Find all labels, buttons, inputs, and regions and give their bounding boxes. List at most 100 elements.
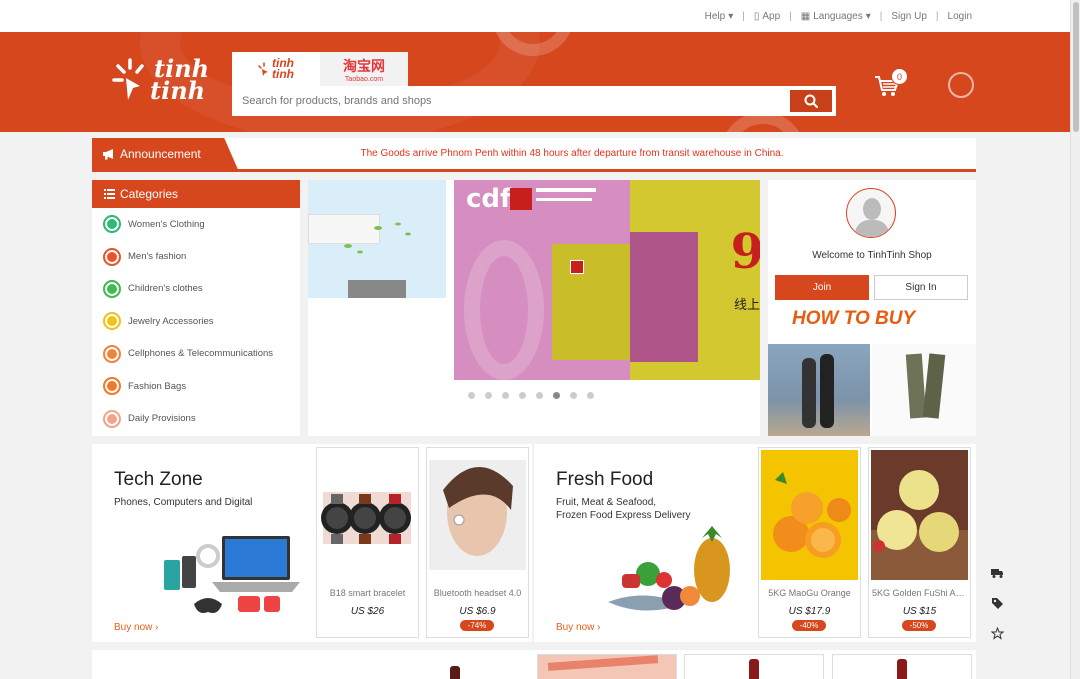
product-name: 5KG MaoGu Orange: [768, 588, 851, 598]
category-item[interactable]: Women's Clothing: [92, 208, 300, 240]
promo-stripe-shape: [547, 655, 659, 671]
category-item[interactable]: Cellphones & Telecommunications: [92, 338, 300, 370]
fresh-food-desc-line-2: Frozen Food Express Delivery: [556, 510, 691, 521]
how-to-buy-banner[interactable]: HOW TO BUY: [792, 308, 915, 330]
product-name: B18 smart bracelet: [329, 588, 406, 598]
fresh-food-section: Fresh Food Fruit, Meat & Seafood, Frozen…: [534, 444, 976, 642]
category-icon: [103, 215, 121, 234]
product-price: US $17.9: [788, 606, 831, 617]
product-card[interactable]: 5KG MaoGu Orange US $17.9 -40%: [758, 447, 861, 638]
tab-taobao[interactable]: 淘宝网 Taobao.com: [320, 52, 408, 86]
category-icon: [103, 247, 121, 266]
couple-photo-image[interactable]: [768, 344, 870, 436]
site-logo[interactable]: tinh tinh: [112, 56, 209, 104]
divider: |: [742, 10, 745, 22]
join-button[interactable]: Join: [775, 275, 869, 300]
promo-images: [768, 344, 976, 436]
help-menu[interactable]: Help ▾: [705, 11, 734, 22]
search-source-tabs: tinh tinh 淘宝网 Taobao.com: [232, 52, 836, 86]
fresh-food-desc-line-1: Fruit, Meat & Seafood,: [556, 497, 657, 508]
search-button[interactable]: [788, 88, 834, 114]
announcement-label: Announcement: [120, 146, 201, 161]
fresh-food-title[interactable]: Fresh Food: [556, 469, 653, 491]
category-label: Cellphones & Telecommunications: [128, 348, 274, 360]
side-tool-tags[interactable]: [983, 589, 1011, 617]
avatar: [846, 188, 896, 238]
banner-cn-text: 线上: [733, 297, 760, 312]
star-icon: [990, 626, 1004, 640]
product-card[interactable]: [537, 654, 677, 679]
person-shape: [802, 358, 816, 428]
announcement-message[interactable]: The Goods arrive Phnom Penh within 48 ho…: [238, 148, 976, 159]
tech-buy-now-link[interactable]: Buy now ›: [114, 622, 158, 633]
apple-image: [871, 450, 968, 580]
carousel-dot[interactable]: [570, 392, 577, 399]
category-item[interactable]: Men's fashion: [92, 240, 300, 272]
product-card[interactable]: B18 smart bracelet US $26: [316, 447, 419, 638]
divider: |: [789, 10, 792, 22]
category-item[interactable]: Fashion Bags: [92, 370, 300, 402]
fresh-buy-now-link[interactable]: Buy now ›: [556, 622, 600, 633]
carousel-dot[interactable]: [502, 392, 509, 399]
product-card[interactable]: Bluetooth headset 4.0 US $6.9 -74%: [426, 447, 529, 638]
fresh-food-image: [608, 526, 730, 611]
side-tool-delivery[interactable]: [983, 559, 1011, 587]
banner-slide-cdf-image: cdf: [454, 180, 630, 380]
announcement-bar: Announcement The Goods arrive Phnom Penh…: [92, 137, 976, 172]
category-label: Women's Clothing: [128, 218, 205, 230]
product-price: US $15: [902, 606, 937, 617]
truck-icon: [991, 569, 1003, 578]
side-tool-favorites[interactable]: [983, 619, 1011, 647]
carousel-dot[interactable]: [485, 392, 492, 399]
banner-slide-yellow-image: 9 线上: [630, 180, 760, 380]
tinhtinh-tab-line-2: tinh: [272, 67, 294, 81]
product-name: 5KG Golden FuShi Ap...: [872, 588, 969, 598]
signup-link[interactable]: Sign Up: [891, 11, 927, 22]
languages-menu[interactable]: ▦ Languages ▾: [801, 11, 871, 22]
tech-devices-image: [164, 536, 300, 613]
tech-zone-title[interactable]: Tech Zone: [114, 469, 203, 491]
signin-button[interactable]: Sign In: [874, 275, 968, 300]
product-card[interactable]: [684, 654, 824, 679]
carousel-dot[interactable]: [553, 392, 560, 399]
product-card[interactable]: 5KG Golden FuShi Ap... US $15 -50%: [868, 447, 971, 638]
cdf-text-bar: [536, 188, 596, 192]
camo-pants-image[interactable]: [872, 344, 976, 436]
phone-icon: ▯: [753, 10, 760, 22]
wine-bottle-shape: [450, 666, 460, 679]
login-link[interactable]: Login: [948, 11, 972, 22]
avatar-head-shape: [863, 198, 881, 220]
cdf-text-bar: [536, 198, 592, 201]
outdoor-unit-shape: [348, 280, 406, 298]
category-label: Daily Provisions: [128, 413, 196, 425]
logo-line-2: tinh: [150, 76, 206, 105]
banner-slide-aircon-image: [308, 180, 446, 298]
search-input[interactable]: [234, 88, 788, 114]
next-section-strip: [92, 650, 976, 679]
fresh-food-desc: Fruit, Meat & Seafood, Frozen Food Expre…: [556, 496, 736, 522]
cdf-bg-shape: [464, 240, 544, 380]
carousel-dot[interactable]: [468, 392, 475, 399]
cart-button[interactable]: 0: [874, 68, 908, 102]
category-item[interactable]: Jewelry Accessories: [92, 305, 300, 337]
category-item[interactable]: Daily Provisions: [92, 402, 300, 434]
category-item[interactable]: Children's clothes: [92, 273, 300, 305]
carousel-dot[interactable]: [519, 392, 526, 399]
carousel-dot[interactable]: [536, 392, 543, 399]
banner-carousel[interactable]: cdf 9 线上: [308, 180, 760, 436]
app-link[interactable]: ▯ App: [754, 11, 780, 22]
leaves-icon: [344, 222, 411, 254]
app-label: App: [762, 10, 781, 22]
orange-image: [761, 450, 858, 580]
taobao-sub-label: Taobao.com: [344, 75, 384, 83]
category-icon: [103, 409, 121, 428]
product-price: US $6.9: [459, 606, 496, 617]
carousel-dot[interactable]: [587, 392, 594, 399]
tech-zone-section: Tech Zone Phones, Computers and Digital …: [92, 444, 532, 642]
user-circle-icon[interactable]: [948, 72, 974, 98]
page-scrollbar[interactable]: [1070, 0, 1080, 679]
cdf-logo: cdf: [466, 184, 512, 214]
product-card[interactable]: [832, 654, 972, 679]
tab-tinhtinh[interactable]: tinh tinh: [232, 52, 320, 86]
scrollbar-thumb[interactable]: [1073, 2, 1079, 132]
